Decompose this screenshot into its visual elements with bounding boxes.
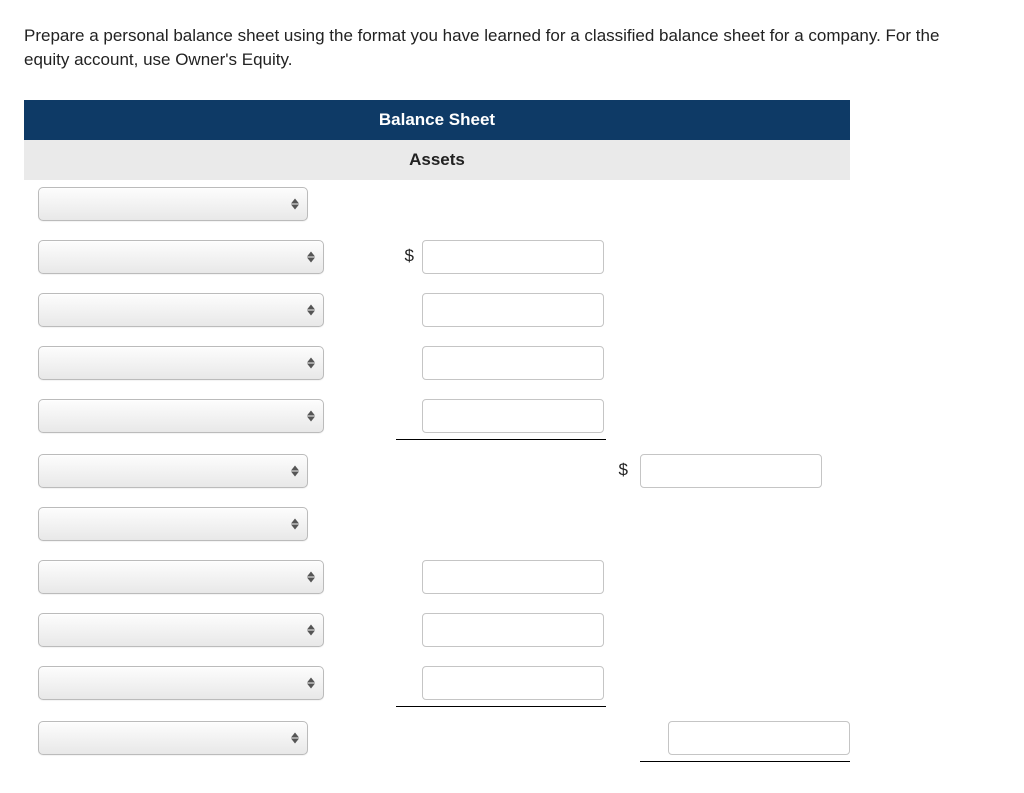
account-select[interactable] bbox=[38, 293, 324, 327]
account-select[interactable] bbox=[38, 613, 324, 647]
chevron-sort-icon bbox=[291, 198, 299, 209]
chevron-sort-icon bbox=[291, 465, 299, 476]
amount-input[interactable] bbox=[422, 613, 604, 647]
chevron-sort-icon bbox=[307, 304, 315, 315]
account-select[interactable] bbox=[38, 240, 324, 274]
table-row bbox=[24, 714, 850, 769]
currency-symbol bbox=[392, 560, 422, 566]
chevron-sort-icon bbox=[307, 251, 315, 262]
account-select[interactable] bbox=[38, 454, 308, 488]
table-row bbox=[24, 606, 850, 659]
account-select[interactable] bbox=[38, 187, 308, 221]
currency-symbol bbox=[392, 613, 422, 619]
chevron-sort-icon bbox=[307, 410, 315, 421]
account-select[interactable] bbox=[38, 666, 324, 700]
chevron-sort-icon bbox=[291, 732, 299, 743]
chevron-sort-icon bbox=[291, 518, 299, 529]
amount-input[interactable] bbox=[640, 454, 822, 488]
table-row bbox=[24, 659, 850, 714]
amount-input[interactable] bbox=[422, 346, 604, 380]
account-select[interactable] bbox=[38, 399, 324, 433]
table-row bbox=[24, 392, 850, 447]
account-select[interactable] bbox=[38, 721, 308, 755]
amount-input[interactable] bbox=[422, 560, 604, 594]
table-row bbox=[24, 180, 850, 233]
amount-input[interactable] bbox=[668, 721, 850, 755]
table-row: $ bbox=[24, 233, 850, 286]
instructions-text: Prepare a personal balance sheet using t… bbox=[24, 24, 944, 72]
amount-input[interactable] bbox=[422, 399, 604, 433]
account-select[interactable] bbox=[38, 560, 324, 594]
sheet-title: Balance Sheet bbox=[24, 100, 850, 140]
amount-input[interactable] bbox=[422, 240, 604, 274]
table-row bbox=[24, 553, 850, 606]
section-assets: Assets bbox=[24, 140, 850, 180]
account-select[interactable] bbox=[38, 507, 308, 541]
table-row bbox=[24, 286, 850, 339]
currency-symbol bbox=[392, 293, 422, 299]
balance-sheet-table: Balance Sheet Assets $ $ bbox=[24, 100, 850, 769]
chevron-sort-icon bbox=[307, 357, 315, 368]
chevron-sort-icon bbox=[307, 677, 315, 688]
chevron-sort-icon bbox=[307, 571, 315, 582]
currency-symbol bbox=[392, 346, 422, 352]
currency-symbol: $ bbox=[392, 240, 422, 266]
amount-input[interactable] bbox=[422, 666, 604, 700]
table-row: $ bbox=[24, 447, 850, 500]
amount-input[interactable] bbox=[422, 293, 604, 327]
chevron-sort-icon bbox=[307, 624, 315, 635]
account-select[interactable] bbox=[38, 346, 324, 380]
table-row bbox=[24, 500, 850, 553]
table-row bbox=[24, 339, 850, 392]
currency-symbol: $ bbox=[610, 454, 640, 480]
